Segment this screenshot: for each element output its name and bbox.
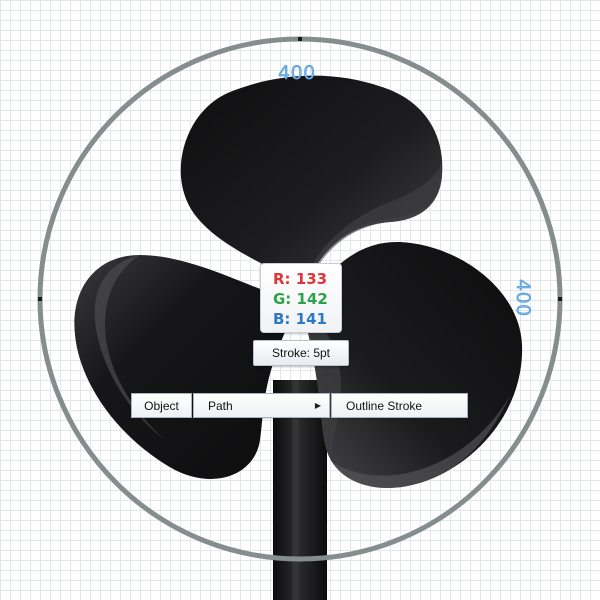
height-dimension-label: 400 [512,279,534,317]
anchor-point-right[interactable] [558,297,562,301]
menu-item-outline-stroke[interactable]: Outline Stroke [331,393,468,418]
red-channel-row: R: 133 [261,269,341,289]
anchor-point-top[interactable] [298,37,302,41]
green-channel-row: G: 142 [261,289,341,309]
menu-item-path[interactable]: Path ▶ [193,393,330,418]
menu-item-object[interactable]: Object [131,393,192,418]
menu-item-object-label: Object [144,398,179,413]
blue-channel-value: 141 [295,310,327,328]
anchor-point-left[interactable] [38,297,42,301]
width-dimension-label: 400 [278,62,316,84]
blue-channel-label: B: [273,310,291,328]
red-channel-label: R: [273,270,291,288]
color-readout-panel: R: 133 G: 142 B: 141 [260,263,342,333]
blue-channel-row: B: 141 [261,309,341,329]
red-channel-value: 133 [295,270,328,288]
stroke-weight-tooltip: Stroke: 5pt [253,340,349,366]
triangle-right-icon: ▶ [314,401,321,410]
green-channel-value: 142 [296,290,328,308]
menu-item-outline-stroke-label: Outline Stroke [346,398,423,413]
green-channel-label: G: [273,290,292,308]
menu-item-path-label: Path [208,398,233,413]
